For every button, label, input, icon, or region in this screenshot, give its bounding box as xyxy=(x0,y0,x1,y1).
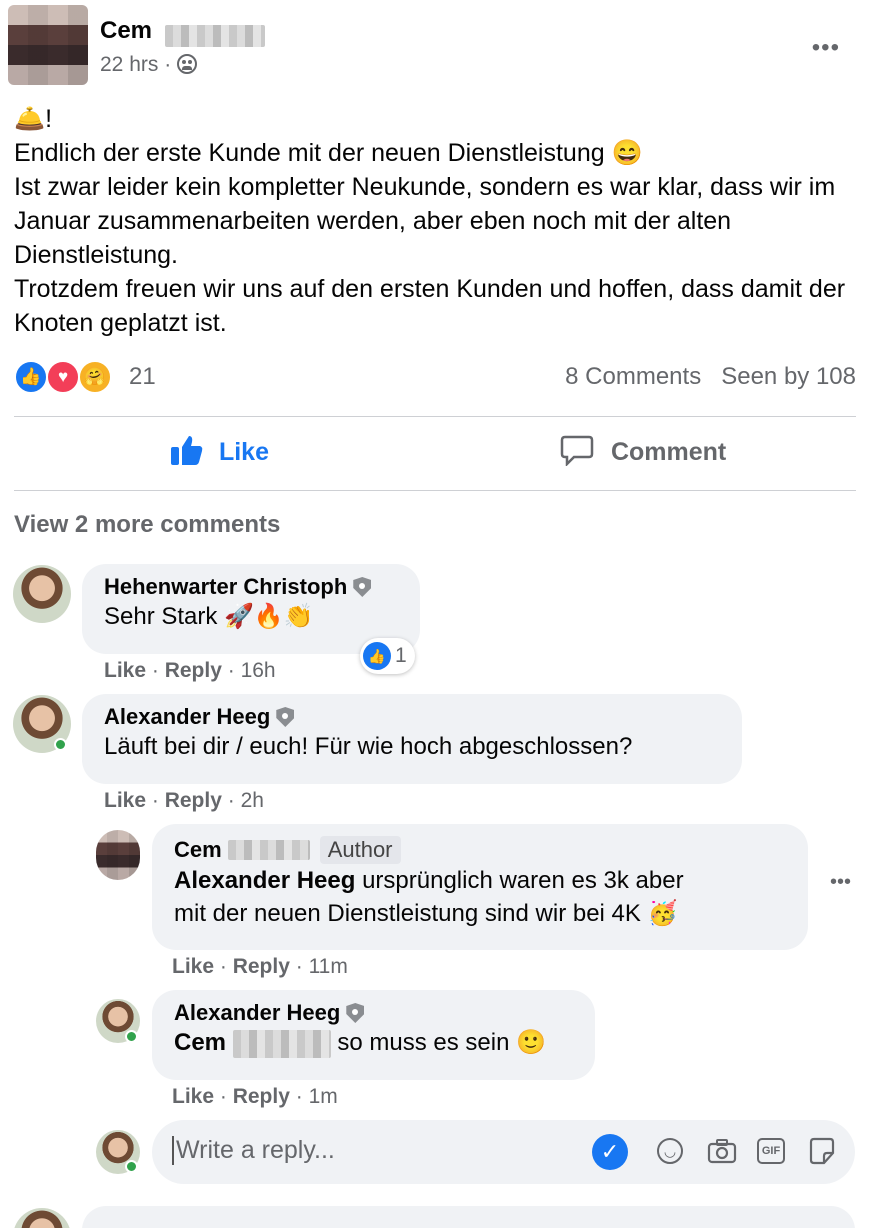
online-status-indicator xyxy=(54,738,67,751)
author-badge: Author xyxy=(319,836,401,864)
reply-text: Cem so muss es sein 🙂 xyxy=(174,1026,573,1059)
love-reaction-icon: ♥ xyxy=(46,360,80,394)
reply-text-line1: ursprünglich waren es 3k aber xyxy=(355,867,684,894)
reply-input[interactable] xyxy=(172,1136,572,1165)
post-time[interactable]: 22 hrs · xyxy=(100,53,177,76)
post-body: 🛎️! Endlich der erste Kunde mit der neue… xyxy=(14,102,864,340)
like-button[interactable]: Like xyxy=(170,434,269,467)
reply-author[interactable]: Alexander Heeg xyxy=(174,1000,573,1026)
post-timestamp[interactable]: 22 hrs · xyxy=(100,53,198,77)
view-more-comments-link[interactable]: View 2 more comments xyxy=(14,511,280,539)
comment-actions: Like · Reply · 2h xyxy=(104,789,264,812)
shield-icon xyxy=(276,707,295,727)
author-avatar[interactable] xyxy=(8,5,88,85)
more-options-icon[interactable]: ••• xyxy=(812,36,840,60)
gif-icon[interactable]: GIF xyxy=(757,1138,785,1164)
comment-author-name[interactable]: Hehenwarter Christoph xyxy=(104,574,347,600)
comment-author-name[interactable]: Alexander Heeg xyxy=(104,704,270,730)
reply-mention[interactable]: Alexander Heeg xyxy=(174,867,355,894)
post-stats[interactable]: 8 Comments Seen by 108 xyxy=(565,363,856,391)
thumbs-up-icon xyxy=(170,434,204,466)
reply-more-options-icon[interactable]: ••• xyxy=(830,872,851,892)
comment-reply-link[interactable]: Reply xyxy=(165,659,222,682)
like-label: Like xyxy=(218,438,269,466)
comment-text: Läuft bei dir / euch! Für wie hoch abges… xyxy=(104,733,633,760)
reaction-count[interactable]: 21 xyxy=(129,363,156,391)
reply-author-redacted xyxy=(227,840,310,860)
like-reaction-icon: 👍 xyxy=(14,360,48,394)
comment-author[interactable]: Alexander Heeg xyxy=(104,704,720,730)
like-reaction-icon: 👍 xyxy=(363,642,391,670)
reply-reply-link[interactable]: Reply xyxy=(233,1085,290,1108)
reply-time[interactable]: 1m xyxy=(309,1085,338,1108)
shield-icon xyxy=(353,577,372,597)
comment-time[interactable]: 16h xyxy=(241,659,276,682)
reactions-summary[interactable]: 👍 ♥ 🤗 21 8 Comments Seen by 108 xyxy=(14,358,856,398)
care-reaction-icon: 🤗 xyxy=(78,360,112,394)
post-line: Endlich der erste Kunde mit der neuen Di… xyxy=(14,139,643,167)
comment-icon xyxy=(560,434,594,468)
reply-author-name[interactable]: Cem xyxy=(174,837,222,863)
reply-bubble: Alexander Heeg Cem so muss es sein 🙂 xyxy=(152,990,595,1080)
post-line: 🛎️! xyxy=(14,105,53,133)
reply-like-link[interactable]: Like xyxy=(172,955,214,978)
friends-icon xyxy=(177,54,198,74)
comment-bubble xyxy=(82,1206,855,1228)
comment-reaction-badge[interactable]: 👍 1 xyxy=(360,638,415,674)
author-name-redacted xyxy=(165,25,265,47)
comment-actions: Like · Reply · 16h xyxy=(104,659,276,682)
reply-author-avatar[interactable] xyxy=(96,830,140,880)
comment-label: Comment xyxy=(610,438,727,466)
reply-author[interactable]: Cem Author xyxy=(174,836,786,864)
comment-like-link[interactable]: Like xyxy=(104,789,146,812)
reply-text-line2: mit der neuen Dienstleistung sind wir be… xyxy=(174,900,678,927)
divider xyxy=(14,490,856,491)
reply-time[interactable]: 11m xyxy=(309,955,348,978)
comment-bubble: Alexander Heeg Läuft bei dir / euch! Für… xyxy=(82,694,742,784)
reply-text-body: so muss es sein 🙂 xyxy=(337,1029,546,1056)
reply-reply-link[interactable]: Reply xyxy=(233,955,290,978)
reply-text: Alexander Heeg ursprünglich waren es 3k … xyxy=(174,864,786,897)
checkmark-icon[interactable]: ✓ xyxy=(592,1134,628,1170)
commenter-avatar[interactable] xyxy=(13,1208,71,1228)
post-line: Ist zwar leider kein kompletter Neukunde… xyxy=(14,173,836,269)
camera-icon[interactable] xyxy=(707,1136,737,1166)
seen-by-count[interactable]: Seen by 108 xyxy=(721,363,856,390)
mention-redacted xyxy=(232,1029,331,1058)
comment-author[interactable]: Hehenwarter Christoph xyxy=(104,574,398,600)
reply-composer[interactable]: ✓ ◡ GIF xyxy=(152,1120,855,1184)
reply-bubble: Cem Author Alexander Heeg ursprünglich w… xyxy=(152,824,808,950)
commenter-avatar[interactable] xyxy=(13,565,71,623)
emoji-icon[interactable]: ◡ xyxy=(657,1138,683,1164)
reply-actions: Like · Reply · 11m xyxy=(172,955,348,978)
post-author-name[interactable]: Cem xyxy=(100,17,152,45)
reply-actions: Like · Reply · 1m xyxy=(172,1085,338,1108)
online-status-indicator xyxy=(125,1160,138,1173)
comment-time[interactable]: 2h xyxy=(241,789,264,812)
sticker-icon[interactable] xyxy=(807,1136,837,1166)
comment-reply-link[interactable]: Reply xyxy=(165,789,222,812)
post-line: Trotzdem freuen wir uns auf den ersten K… xyxy=(14,275,846,337)
comments-count[interactable]: 8 Comments xyxy=(565,363,701,390)
shield-icon xyxy=(346,1003,365,1023)
comment-text: Sehr Stark 🚀🔥👏 xyxy=(104,603,314,630)
reply-author-name[interactable]: Alexander Heeg xyxy=(174,1000,340,1026)
reply-mention[interactable]: Cem xyxy=(174,1029,226,1056)
comment-reaction-count: 1 xyxy=(395,644,407,667)
reply-like-link[interactable]: Like xyxy=(172,1085,214,1108)
comment-button[interactable]: Comment xyxy=(560,434,727,468)
comment-like-link[interactable]: Like xyxy=(104,659,146,682)
divider xyxy=(14,416,856,417)
online-status-indicator xyxy=(125,1030,138,1043)
